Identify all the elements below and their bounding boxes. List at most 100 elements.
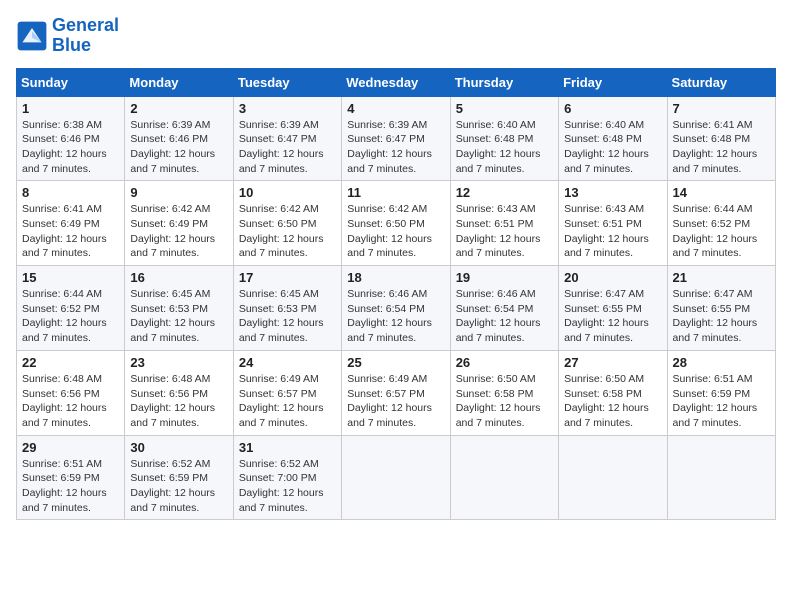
day-info: Sunrise: 6:39 AM Sunset: 6:47 PM Dayligh… — [347, 118, 444, 177]
day-info: Sunrise: 6:49 AM Sunset: 6:57 PM Dayligh… — [239, 372, 336, 431]
day-number: 3 — [239, 101, 336, 116]
calendar-cell: 1 Sunrise: 6:38 AM Sunset: 6:46 PM Dayli… — [17, 96, 125, 181]
page-header: General Blue — [16, 16, 776, 56]
day-number: 12 — [456, 185, 553, 200]
day-number: 26 — [456, 355, 553, 370]
day-number: 10 — [239, 185, 336, 200]
weekday-header: Saturday — [667, 68, 775, 96]
day-number: 27 — [564, 355, 661, 370]
day-info: Sunrise: 6:43 AM Sunset: 6:51 PM Dayligh… — [456, 202, 553, 261]
logo-text: General Blue — [52, 16, 119, 56]
calendar-cell: 29 Sunrise: 6:51 AM Sunset: 6:59 PM Dayl… — [17, 435, 125, 520]
calendar-week-row: 8 Sunrise: 6:41 AM Sunset: 6:49 PM Dayli… — [17, 181, 776, 266]
calendar-cell: 6 Sunrise: 6:40 AM Sunset: 6:48 PM Dayli… — [559, 96, 667, 181]
day-info: Sunrise: 6:46 AM Sunset: 6:54 PM Dayligh… — [456, 287, 553, 346]
day-info: Sunrise: 6:47 AM Sunset: 6:55 PM Dayligh… — [564, 287, 661, 346]
calendar-cell: 27 Sunrise: 6:50 AM Sunset: 6:58 PM Dayl… — [559, 350, 667, 435]
day-info: Sunrise: 6:45 AM Sunset: 6:53 PM Dayligh… — [239, 287, 336, 346]
day-info: Sunrise: 6:42 AM Sunset: 6:50 PM Dayligh… — [239, 202, 336, 261]
day-number: 29 — [22, 440, 119, 455]
day-number: 24 — [239, 355, 336, 370]
day-info: Sunrise: 6:51 AM Sunset: 6:59 PM Dayligh… — [22, 457, 119, 516]
day-number: 22 — [22, 355, 119, 370]
logo-icon — [16, 20, 48, 52]
calendar-cell: 28 Sunrise: 6:51 AM Sunset: 6:59 PM Dayl… — [667, 350, 775, 435]
day-number: 6 — [564, 101, 661, 116]
calendar-cell: 4 Sunrise: 6:39 AM Sunset: 6:47 PM Dayli… — [342, 96, 450, 181]
day-number: 14 — [673, 185, 770, 200]
day-number: 31 — [239, 440, 336, 455]
calendar-week-row: 1 Sunrise: 6:38 AM Sunset: 6:46 PM Dayli… — [17, 96, 776, 181]
calendar-cell: 30 Sunrise: 6:52 AM Sunset: 6:59 PM Dayl… — [125, 435, 233, 520]
calendar-cell: 13 Sunrise: 6:43 AM Sunset: 6:51 PM Dayl… — [559, 181, 667, 266]
calendar-body: 1 Sunrise: 6:38 AM Sunset: 6:46 PM Dayli… — [17, 96, 776, 520]
day-number: 23 — [130, 355, 227, 370]
day-info: Sunrise: 6:40 AM Sunset: 6:48 PM Dayligh… — [564, 118, 661, 177]
day-info: Sunrise: 6:48 AM Sunset: 6:56 PM Dayligh… — [22, 372, 119, 431]
day-number: 15 — [22, 270, 119, 285]
weekday-header: Sunday — [17, 68, 125, 96]
day-number: 5 — [456, 101, 553, 116]
calendar-week-row: 22 Sunrise: 6:48 AM Sunset: 6:56 PM Dayl… — [17, 350, 776, 435]
day-number: 17 — [239, 270, 336, 285]
day-number: 16 — [130, 270, 227, 285]
day-number: 30 — [130, 440, 227, 455]
day-number: 13 — [564, 185, 661, 200]
calendar-cell: 20 Sunrise: 6:47 AM Sunset: 6:55 PM Dayl… — [559, 266, 667, 351]
day-info: Sunrise: 6:48 AM Sunset: 6:56 PM Dayligh… — [130, 372, 227, 431]
day-number: 19 — [456, 270, 553, 285]
day-info: Sunrise: 6:43 AM Sunset: 6:51 PM Dayligh… — [564, 202, 661, 261]
day-number: 9 — [130, 185, 227, 200]
calendar-cell — [342, 435, 450, 520]
day-number: 25 — [347, 355, 444, 370]
day-info: Sunrise: 6:49 AM Sunset: 6:57 PM Dayligh… — [347, 372, 444, 431]
day-info: Sunrise: 6:50 AM Sunset: 6:58 PM Dayligh… — [456, 372, 553, 431]
day-info: Sunrise: 6:41 AM Sunset: 6:48 PM Dayligh… — [673, 118, 770, 177]
weekday-header: Monday — [125, 68, 233, 96]
day-number: 28 — [673, 355, 770, 370]
day-info: Sunrise: 6:41 AM Sunset: 6:49 PM Dayligh… — [22, 202, 119, 261]
calendar-cell: 24 Sunrise: 6:49 AM Sunset: 6:57 PM Dayl… — [233, 350, 341, 435]
calendar-cell: 21 Sunrise: 6:47 AM Sunset: 6:55 PM Dayl… — [667, 266, 775, 351]
calendar-cell: 8 Sunrise: 6:41 AM Sunset: 6:49 PM Dayli… — [17, 181, 125, 266]
calendar-table: SundayMondayTuesdayWednesdayThursdayFrid… — [16, 68, 776, 521]
day-number: 8 — [22, 185, 119, 200]
calendar-cell: 16 Sunrise: 6:45 AM Sunset: 6:53 PM Dayl… — [125, 266, 233, 351]
day-number: 2 — [130, 101, 227, 116]
day-info: Sunrise: 6:50 AM Sunset: 6:58 PM Dayligh… — [564, 372, 661, 431]
calendar-header: SundayMondayTuesdayWednesdayThursdayFrid… — [17, 68, 776, 96]
calendar-cell: 3 Sunrise: 6:39 AM Sunset: 6:47 PM Dayli… — [233, 96, 341, 181]
calendar-cell: 9 Sunrise: 6:42 AM Sunset: 6:49 PM Dayli… — [125, 181, 233, 266]
day-number: 21 — [673, 270, 770, 285]
calendar-cell: 15 Sunrise: 6:44 AM Sunset: 6:52 PM Dayl… — [17, 266, 125, 351]
calendar-week-row: 15 Sunrise: 6:44 AM Sunset: 6:52 PM Dayl… — [17, 266, 776, 351]
day-info: Sunrise: 6:45 AM Sunset: 6:53 PM Dayligh… — [130, 287, 227, 346]
calendar-cell: 19 Sunrise: 6:46 AM Sunset: 6:54 PM Dayl… — [450, 266, 558, 351]
calendar-cell: 14 Sunrise: 6:44 AM Sunset: 6:52 PM Dayl… — [667, 181, 775, 266]
day-info: Sunrise: 6:46 AM Sunset: 6:54 PM Dayligh… — [347, 287, 444, 346]
day-info: Sunrise: 6:42 AM Sunset: 6:50 PM Dayligh… — [347, 202, 444, 261]
weekday-header: Thursday — [450, 68, 558, 96]
day-number: 4 — [347, 101, 444, 116]
logo: General Blue — [16, 16, 119, 56]
day-number: 1 — [22, 101, 119, 116]
calendar-cell: 5 Sunrise: 6:40 AM Sunset: 6:48 PM Dayli… — [450, 96, 558, 181]
weekday-header: Friday — [559, 68, 667, 96]
calendar-cell: 18 Sunrise: 6:46 AM Sunset: 6:54 PM Dayl… — [342, 266, 450, 351]
calendar-week-row: 29 Sunrise: 6:51 AM Sunset: 6:59 PM Dayl… — [17, 435, 776, 520]
day-number: 11 — [347, 185, 444, 200]
day-info: Sunrise: 6:40 AM Sunset: 6:48 PM Dayligh… — [456, 118, 553, 177]
day-number: 7 — [673, 101, 770, 116]
day-info: Sunrise: 6:52 AM Sunset: 7:00 PM Dayligh… — [239, 457, 336, 516]
calendar-cell: 12 Sunrise: 6:43 AM Sunset: 6:51 PM Dayl… — [450, 181, 558, 266]
calendar-cell: 7 Sunrise: 6:41 AM Sunset: 6:48 PM Dayli… — [667, 96, 775, 181]
day-info: Sunrise: 6:44 AM Sunset: 6:52 PM Dayligh… — [673, 202, 770, 261]
calendar-cell: 31 Sunrise: 6:52 AM Sunset: 7:00 PM Dayl… — [233, 435, 341, 520]
calendar-cell: 11 Sunrise: 6:42 AM Sunset: 6:50 PM Dayl… — [342, 181, 450, 266]
day-info: Sunrise: 6:44 AM Sunset: 6:52 PM Dayligh… — [22, 287, 119, 346]
day-info: Sunrise: 6:51 AM Sunset: 6:59 PM Dayligh… — [673, 372, 770, 431]
calendar-cell: 23 Sunrise: 6:48 AM Sunset: 6:56 PM Dayl… — [125, 350, 233, 435]
calendar-cell: 17 Sunrise: 6:45 AM Sunset: 6:53 PM Dayl… — [233, 266, 341, 351]
day-info: Sunrise: 6:42 AM Sunset: 6:49 PM Dayligh… — [130, 202, 227, 261]
weekday-header: Tuesday — [233, 68, 341, 96]
